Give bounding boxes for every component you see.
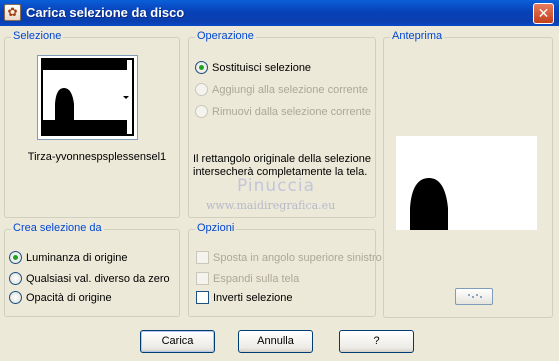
radio-label: Opacità di origine	[26, 291, 112, 304]
crea-selezione-title: Crea selezione da	[11, 222, 104, 234]
radio-qualsiasi[interactable]: Qualsiasi val. diverso da zero	[9, 271, 170, 286]
checkbox-sposta[interactable]: Sposta in angolo superiore sinistro	[196, 250, 382, 265]
preview-shape-icon	[410, 178, 448, 230]
radio-button[interactable]	[195, 61, 208, 74]
radio-label: Luminanza di origine	[26, 251, 128, 264]
checkbox-label: Espandi sulla tela	[213, 272, 300, 285]
selection-file-name: Tirza-yvonnespsplessensel1	[27, 151, 167, 163]
radio-button[interactable]	[195, 83, 208, 96]
operazione-title: Operazione	[195, 30, 256, 42]
anteprima-title: Anteprima	[390, 30, 445, 42]
help-button[interactable]: ?	[339, 330, 414, 353]
radio-luminanza[interactable]: Luminanza di origine	[9, 250, 128, 265]
radio-label: Aggiungi alla selezione corrente	[212, 83, 368, 96]
radio-aggiungi[interactable]: Aggiungi alla selezione corrente	[195, 82, 368, 97]
radio-sostituisci[interactable]: Sostituisci selezione	[195, 60, 311, 75]
preview-image	[396, 136, 537, 230]
window-title: Carica selezione da disco	[26, 5, 185, 20]
selection-shape-icon	[43, 60, 127, 134]
radio-label: Sostituisci selezione	[212, 61, 312, 74]
cancel-button[interactable]: Annulla	[238, 330, 313, 353]
radio-button[interactable]	[9, 291, 22, 304]
checkbox[interactable]	[196, 291, 209, 304]
opzioni-title: Opzioni	[195, 222, 237, 234]
watermark-name: Pinuccia	[237, 176, 315, 196]
load-button[interactable]: Carica	[140, 330, 215, 353]
selezione-title: Selezione	[11, 30, 64, 42]
watermark-url: www.maidiregrafica.eu	[206, 199, 336, 212]
checkbox[interactable]	[196, 251, 209, 264]
checkbox-inverti[interactable]: Inverti selezione	[196, 290, 293, 305]
radio-button[interactable]	[9, 272, 22, 285]
chevron-down-icon[interactable]	[123, 96, 129, 99]
radio-button[interactable]	[9, 251, 22, 264]
checkbox-espandi[interactable]: Espandi sulla tela	[196, 271, 299, 286]
title-bar[interactable]: ✿ Carica selezione da disco ✕	[0, 0, 559, 26]
info-text-line1: Il rettangolo originale della selezione	[193, 153, 371, 165]
selection-thumbnail	[41, 58, 134, 136]
checkbox[interactable]	[196, 272, 209, 285]
radio-label: Qualsiasi val. diverso da zero	[26, 272, 170, 285]
selection-thumbnail-picker[interactable]	[37, 55, 138, 140]
checkbox-label: Inverti selezione	[213, 291, 293, 304]
radio-opacita[interactable]: Opacità di origine	[9, 290, 112, 305]
radio-button[interactable]	[195, 105, 208, 118]
radio-rimuovi[interactable]: Rimuovi dalla selezione corrente	[195, 104, 371, 119]
dots-icon	[468, 294, 482, 298]
checkbox-label: Sposta in angolo superiore sinistro	[213, 251, 382, 264]
close-button[interactable]: ✕	[533, 3, 554, 24]
preview-zoom-button[interactable]	[455, 288, 493, 305]
radio-label: Rimuovi dalla selezione corrente	[212, 105, 371, 118]
app-icon: ✿	[4, 4, 21, 21]
